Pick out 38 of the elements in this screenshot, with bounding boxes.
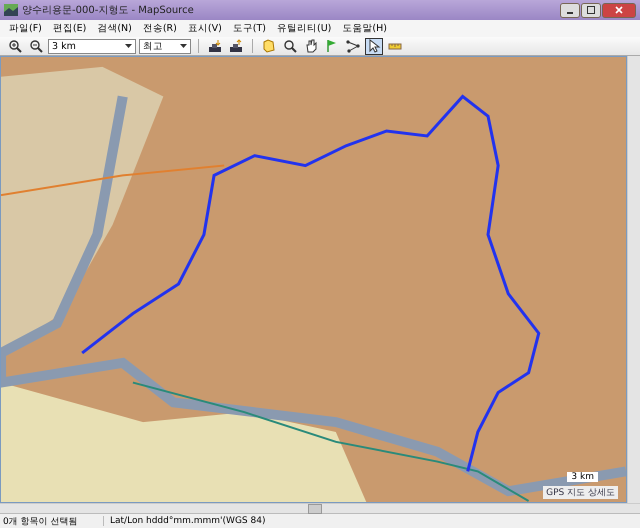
- menu-item[interactable]: 편집(E): [48, 22, 92, 35]
- route-tool-button[interactable]: [344, 38, 362, 54]
- menu-item[interactable]: 표시(V): [182, 22, 227, 35]
- selection-status: 0개 항목이 선택됨: [2, 516, 78, 528]
- pointer-icon: [367, 39, 381, 53]
- zoom-icon: [283, 39, 297, 53]
- coordinate-format-status: Lat/Lon hddd°mm.mmm'(WGS 84): [103, 516, 335, 526]
- caret-icon: [125, 44, 132, 48]
- pointer-tool-button[interactable]: [365, 38, 383, 54]
- horizontal-scrollbar[interactable]: [0, 503, 640, 513]
- map-icon: [262, 39, 276, 53]
- menu-item[interactable]: 도구(T): [228, 22, 271, 35]
- receive-icon: [208, 39, 222, 53]
- scale-label: 3 km: [567, 472, 598, 482]
- send-tool-button[interactable]: [227, 38, 245, 54]
- maximize-button[interactable]: [581, 2, 601, 18]
- maximize-icon: [587, 6, 595, 14]
- zoom-out-icon: [29, 39, 43, 53]
- app-icon: [4, 4, 18, 16]
- menu-item[interactable]: 전송(R): [138, 22, 182, 35]
- menu-item[interactable]: 도움말(H): [337, 22, 392, 35]
- minimize-button[interactable]: [560, 2, 580, 18]
- receive-tool-button[interactable]: [206, 38, 224, 54]
- menu-item[interactable]: 유틸리티(U): [272, 22, 336, 35]
- window-title: 양수리용문-000-지형도 - MapSource: [22, 4, 194, 17]
- map-detail-label: GPS 지도 상세도: [543, 486, 618, 499]
- close-icon: [615, 6, 623, 14]
- hand-icon: [304, 39, 318, 53]
- menu-item[interactable]: 파일(F): [4, 22, 47, 35]
- menu-item[interactable]: 검색(N): [92, 22, 137, 35]
- vertical-scrollbar[interactable]: [627, 56, 640, 503]
- detail-dropdown[interactable]: 최고: [139, 38, 191, 54]
- send-icon: [229, 39, 243, 53]
- route-icon: [346, 39, 360, 53]
- zoom-dropdown[interactable]: 3 km: [48, 38, 136, 54]
- caret-icon: [180, 44, 187, 48]
- zoom-in-icon: [8, 39, 22, 53]
- close-button[interactable]: [602, 2, 636, 18]
